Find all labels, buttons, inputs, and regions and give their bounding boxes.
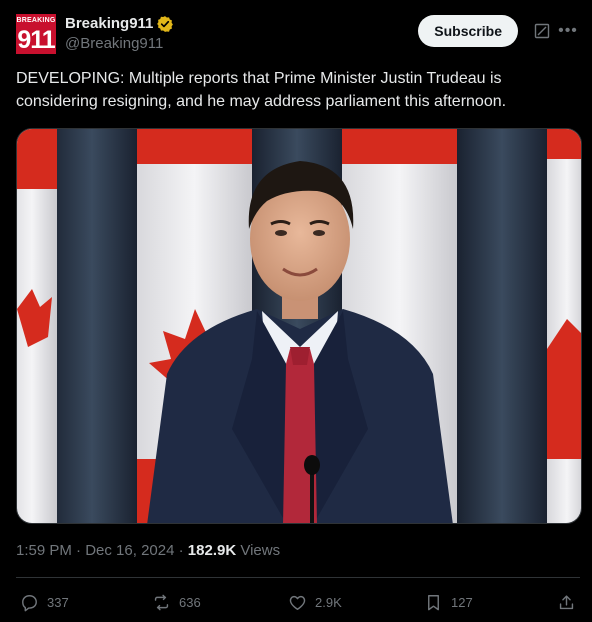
views-label: Views <box>240 542 281 559</box>
like-count: 2.9K <box>315 594 342 610</box>
reply-icon <box>22 594 37 611</box>
display-name-text: Breaking911 <box>65 15 154 32</box>
bookmark-count: 127 <box>451 594 473 610</box>
share-button[interactable] <box>557 588 576 616</box>
meta-separator-2: · <box>178 542 184 559</box>
repost-count: 636 <box>179 594 201 610</box>
like-button[interactable]: 2.9K <box>288 588 342 616</box>
reply-button[interactable]: 337 <box>20 588 69 616</box>
bookmark-icon <box>428 594 439 610</box>
views-count[interactable]: 182.9K <box>188 542 236 559</box>
tweet-text: DEVELOPING: Multiple reports that Prime … <box>16 70 507 110</box>
reply-count: 337 <box>47 594 69 610</box>
handle[interactable]: @Breaking911 <box>65 34 174 54</box>
meta-separator: · <box>76 542 82 559</box>
share-icon <box>559 594 574 609</box>
avatar[interactable]: BREAKING 911 <box>16 14 56 54</box>
more-icon[interactable]: ••• <box>558 21 578 41</box>
display-name[interactable]: Breaking911 <box>65 14 174 34</box>
like-icon <box>289 595 306 610</box>
subscribe-button[interactable]: Subscribe <box>418 15 518 47</box>
author-names: Breaking911 @Breaking911 <box>65 14 174 54</box>
tweet-header: BREAKING 911 Breaking911 @Breaking911 Su… <box>16 12 580 56</box>
repost-button[interactable]: 636 <box>152 588 201 616</box>
trudeau-photo <box>17 129 581 523</box>
avatar-911-text: 911 <box>16 26 56 54</box>
tweet-date[interactable]: Dec 16, 2024 <box>85 542 174 559</box>
divider <box>16 577 580 578</box>
bookmark-button[interactable]: 127 <box>424 588 473 616</box>
tweet-meta: 1:59 PM · Dec 16, 2024 · 182.9K Views <box>16 541 280 561</box>
grok-icon[interactable] <box>534 23 550 39</box>
repost-icon <box>154 594 169 610</box>
tweet-time[interactable]: 1:59 PM <box>16 542 72 559</box>
tweet-photo[interactable] <box>16 128 582 524</box>
verified-gold-icon[interactable] <box>156 15 174 33</box>
action-bar: 337 636 2.9K 127 <box>16 588 580 616</box>
